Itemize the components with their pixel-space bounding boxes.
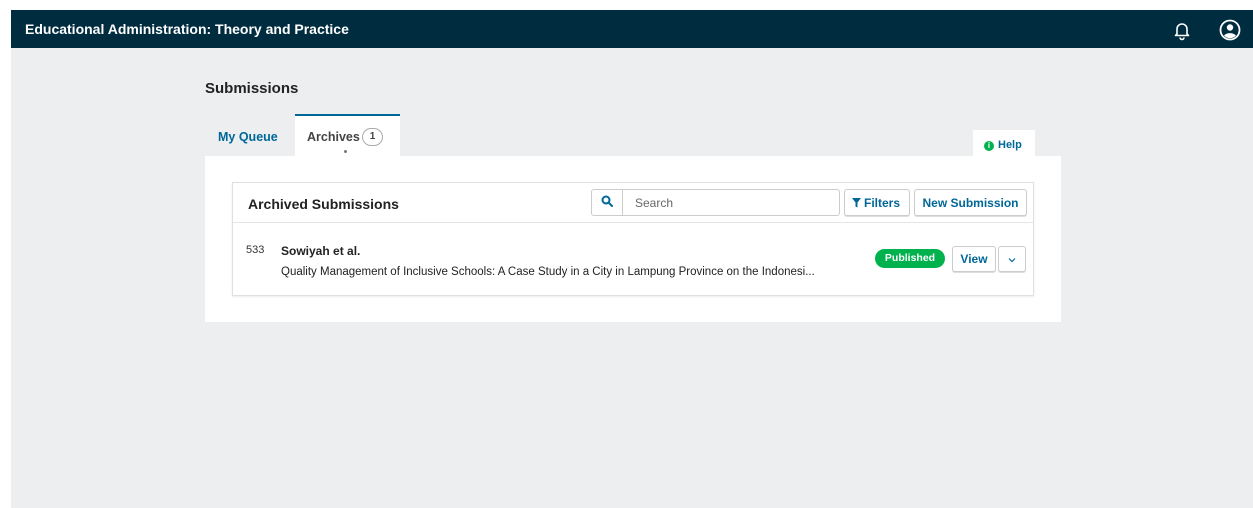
new-submission-button[interactable]: New Submission xyxy=(914,189,1027,216)
tab-count-badge: 1 xyxy=(362,128,383,146)
filter-icon xyxy=(852,197,861,207)
list-header: Archived Submissions Filters New Submiss… xyxy=(233,183,1033,223)
search-input[interactable] xyxy=(622,189,840,216)
page-title: Submissions xyxy=(205,80,299,97)
journal-title[interactable]: Educational Administration: Theory and P… xyxy=(25,21,349,37)
help-button[interactable]: i Help xyxy=(973,130,1035,158)
submission-title: Quality Management of Inclusive Schools:… xyxy=(281,266,815,278)
submission-id: 533 xyxy=(246,244,265,256)
help-label: Help xyxy=(998,139,1022,151)
active-tab-indicator xyxy=(344,150,347,153)
user-circle-icon[interactable] xyxy=(1219,19,1241,41)
list-item[interactable]: 533 Sowiyah et al. Quality Management of… xyxy=(233,224,1033,296)
info-icon: i xyxy=(984,141,994,151)
status-badge: Published xyxy=(875,249,945,268)
view-button[interactable]: View xyxy=(952,246,996,272)
search-button[interactable] xyxy=(591,189,622,216)
filters-button[interactable]: Filters xyxy=(844,189,910,216)
chevron-down-icon xyxy=(1008,252,1016,266)
tab-my-queue[interactable]: My Queue xyxy=(205,114,291,160)
app-window: Educational Administration: Theory and P… xyxy=(11,10,1253,508)
tab-archives[interactable]: Archives 1 xyxy=(295,114,400,162)
archives-panel: Archived Submissions Filters New Submiss… xyxy=(205,156,1061,322)
list-title: Archived Submissions xyxy=(248,196,399,212)
tab-label: Archives xyxy=(307,130,360,144)
submissions-list: Archived Submissions Filters New Submiss… xyxy=(232,182,1034,296)
search-icon xyxy=(601,195,613,210)
filters-label: Filters xyxy=(864,195,901,210)
top-header: Educational Administration: Theory and P… xyxy=(11,10,1253,48)
tab-label: My Queue xyxy=(218,130,278,144)
submission-author: Sowiyah et al. xyxy=(281,244,361,258)
bell-icon[interactable] xyxy=(1171,19,1193,41)
expand-button[interactable] xyxy=(998,246,1026,272)
